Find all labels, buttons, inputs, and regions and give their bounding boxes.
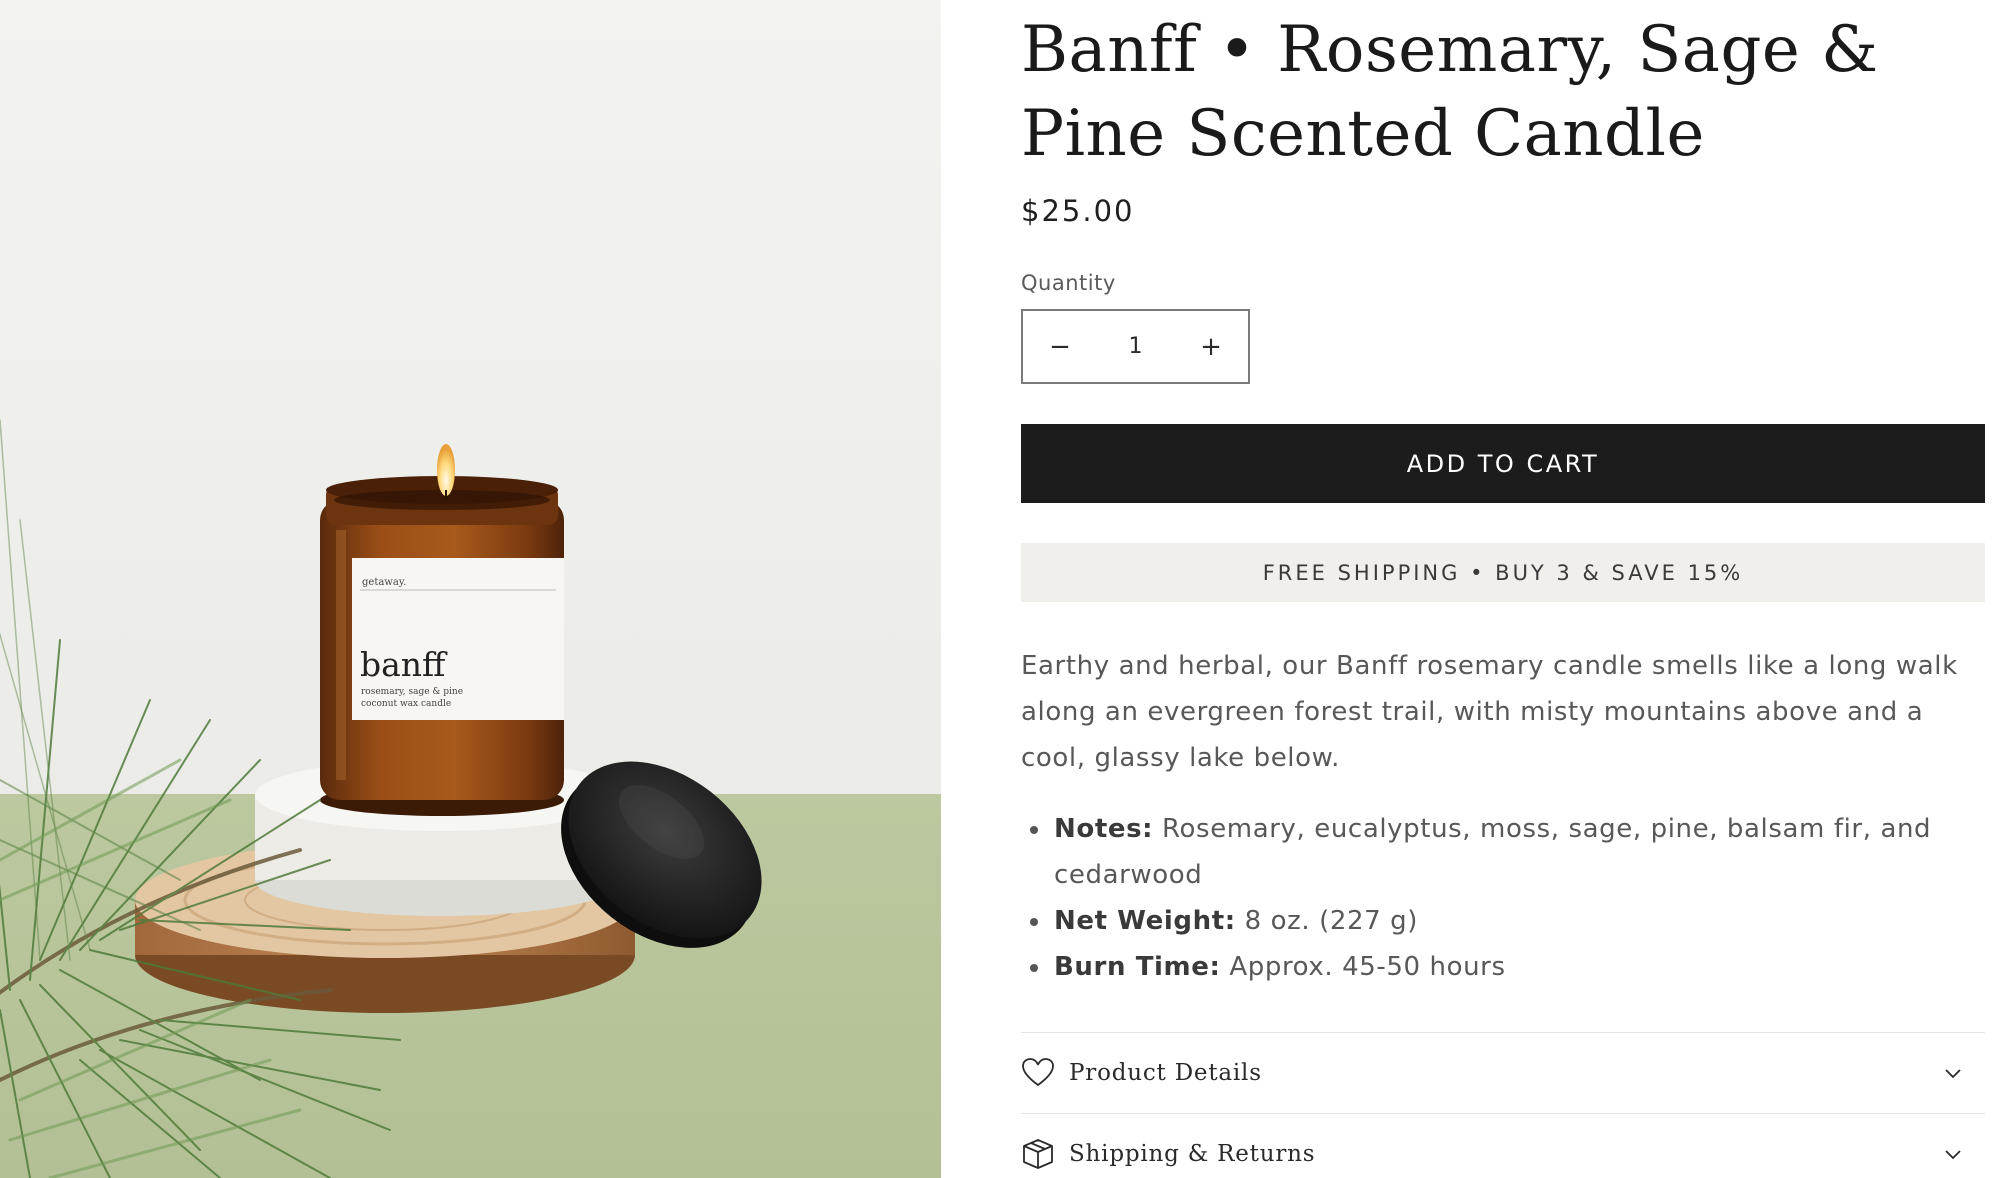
product-description: Earthy and herbal, our Banff rosemary ca… <box>1021 651 1958 773</box>
box-icon <box>1021 1137 1055 1171</box>
add-to-cart-button[interactable]: ADD TO CART <box>1021 424 1985 503</box>
label-name: banff <box>360 645 448 684</box>
promo-text: FREE SHIPPING • BUY 3 & SAVE 15% <box>1262 560 1744 585</box>
accordion-label: Shipping & Returns <box>1069 1141 1316 1167</box>
product-details-accordion[interactable]: Product Details <box>1021 1032 1985 1113</box>
notes-label: Notes: <box>1054 814 1154 844</box>
label-line-2: coconut wax candle <box>361 699 451 709</box>
net-weight-value: 8 oz. (227 g) <box>1244 906 1418 936</box>
product-title: Banff • Rosemary, Sage & Pine Scented Ca… <box>1021 13 1879 171</box>
burn-time-value: Approx. 45-50 hours <box>1229 952 1506 982</box>
label-line-1: rosemary, sage & pine <box>361 687 463 697</box>
quantity-label: Quantity <box>1021 271 1116 295</box>
list-item: Burn Time: Approx. 45-50 hours <box>1021 944 1985 990</box>
quantity-decrease-button[interactable]: − <box>1023 311 1097 382</box>
burn-time-label: Burn Time: <box>1054 952 1221 982</box>
promo-banner: FREE SHIPPING • BUY 3 & SAVE 15% <box>1021 543 1985 602</box>
heart-icon <box>1021 1056 1055 1090</box>
shipping-returns-accordion[interactable]: Shipping & Returns <box>1021 1113 1985 1178</box>
notes-value: Rosemary, eucalyptus, moss, sage, pine, … <box>1054 814 1932 890</box>
list-item: Notes: Rosemary, eucalyptus, moss, sage,… <box>1021 806 1985 898</box>
label-brand: getaway. <box>362 577 406 588</box>
net-weight-label: Net Weight: <box>1054 906 1236 936</box>
product-image: getaway. banff rosemary, sage & pine coc… <box>0 0 941 1178</box>
quantity-input[interactable] <box>1100 311 1171 382</box>
product-notes-list: Notes: Rosemary, eucalyptus, moss, sage,… <box>1021 806 1985 990</box>
chevron-down-icon <box>1945 1069 1961 1079</box>
quantity-increase-button[interactable]: + <box>1174 311 1248 382</box>
accordion-label: Product Details <box>1069 1060 1262 1086</box>
product-price: $25.00 <box>1021 194 1135 228</box>
product-page: getaway. banff rosemary, sage & pine coc… <box>0 0 2016 1178</box>
chevron-down-icon <box>1945 1150 1961 1160</box>
quantity-stepper: − + <box>1021 309 1250 384</box>
list-item: Net Weight: 8 oz. (227 g) <box>1021 898 1985 944</box>
